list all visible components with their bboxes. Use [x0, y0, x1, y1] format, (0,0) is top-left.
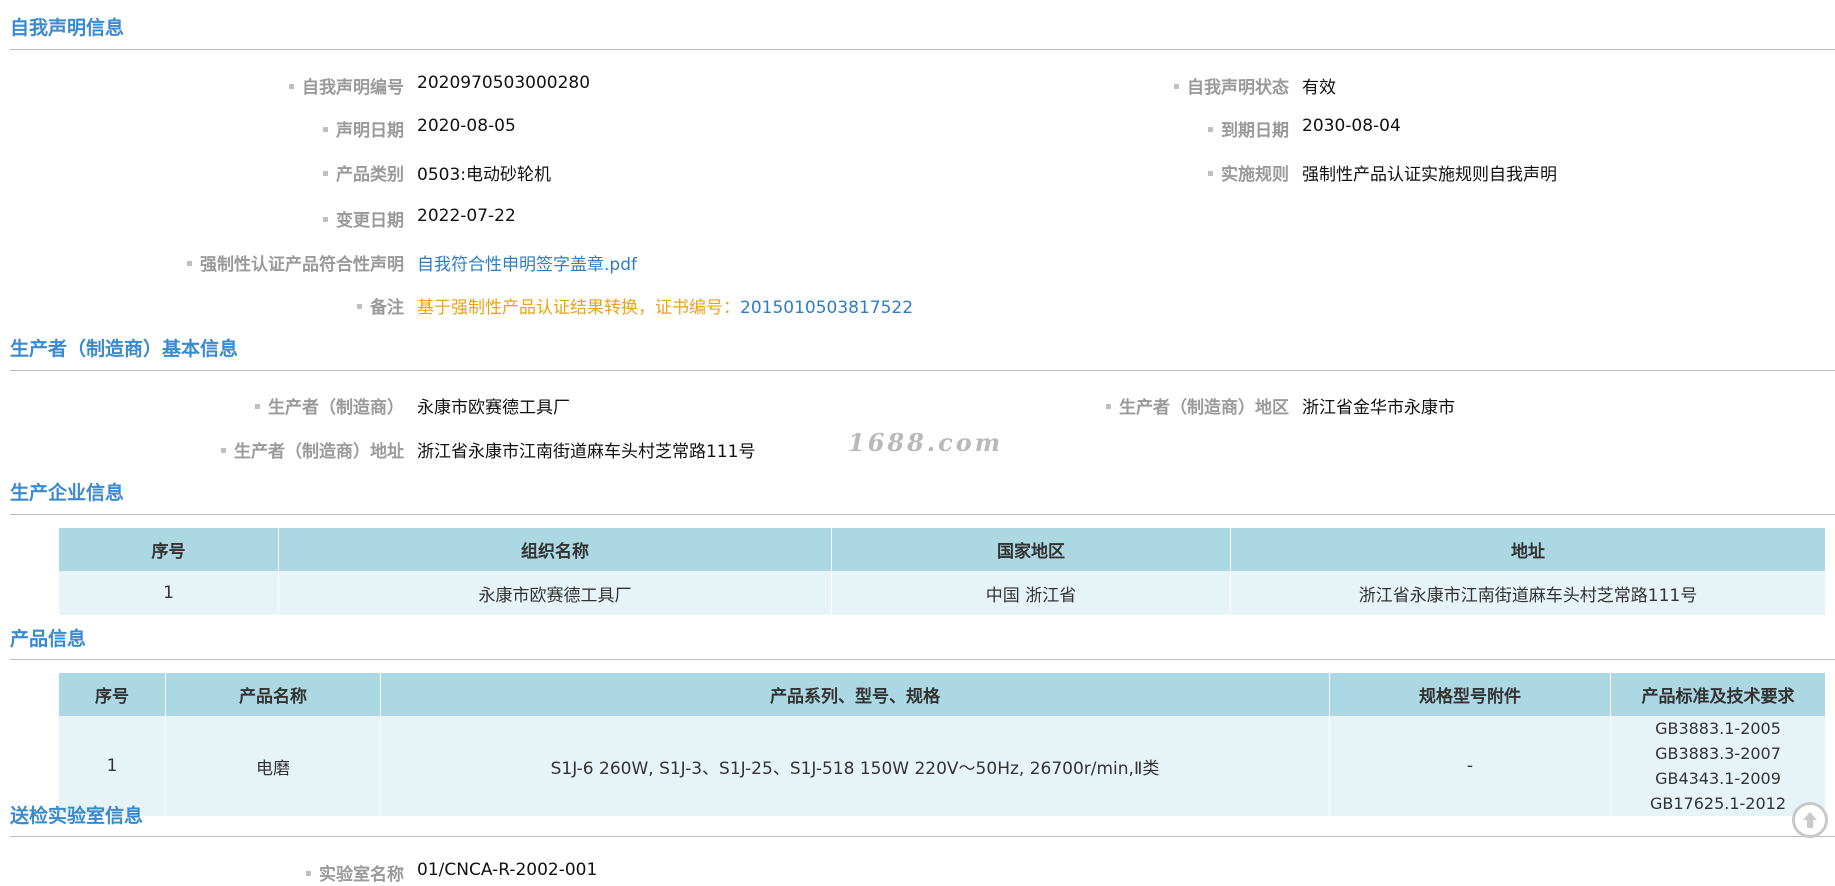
section-divider	[10, 514, 1835, 515]
table-cell: 中国 浙江省	[831, 571, 1231, 615]
label-manufacturer-name: 生产者（制造商）	[255, 393, 404, 418]
label-product-category: 产品类别	[323, 160, 404, 185]
label-implementation-rule: 实施规则	[1208, 160, 1289, 185]
table-cell: GB3883.1-2005 GB3883.3-2007 GB4343.1-200…	[1610, 716, 1826, 816]
change-date: 2022-07-22	[417, 206, 516, 226]
enterprise-table: 序号 组织名称 国家地区 地址 1 永康市欧赛德工具厂 中国 浙江省 浙江省永康…	[58, 528, 1826, 615]
lab-name: 01/CNCA-R-2002-001	[417, 860, 598, 880]
table-row: 1 电磨 S1J-6 260W, S1J-3、S1J-25、S1J-518 15…	[58, 716, 1826, 816]
column-header: 产品标准及技术要求	[1610, 673, 1826, 716]
label-lab-name: 实验室名称	[306, 860, 404, 885]
table-cell: 永康市欧赛德工具厂	[278, 571, 832, 615]
section-divider	[10, 659, 1835, 660]
label-declaration-status: 自我声明状态	[1174, 73, 1289, 98]
remark-cert-link[interactable]: 2015010503817522	[740, 298, 913, 318]
column-header: 地址	[1230, 528, 1826, 571]
label-expiry-date: 到期日期	[1208, 116, 1289, 141]
section-title-lab: 送检实验室信息	[10, 805, 144, 827]
product-table: 序号 产品名称 产品系列、型号、规格 规格型号附件 产品标准及技术要求 1 电磨…	[58, 673, 1826, 816]
column-header: 国家地区	[831, 528, 1231, 571]
label-manufacturer-address: 生产者（制造商）地址	[221, 437, 404, 462]
section-title-product: 产品信息	[10, 628, 87, 650]
label-change-date: 变更日期	[323, 206, 404, 231]
declaration-status: 有效	[1302, 78, 1336, 98]
declaration-date: 2020-08-05	[417, 116, 516, 136]
label-declaration-number: 自我声明编号	[289, 73, 404, 98]
manufacturer-region: 浙江省金华市永康市	[1302, 398, 1455, 418]
declaration-number: 2020970503000280	[417, 73, 591, 93]
table-cell: -	[1329, 716, 1611, 816]
section-title-enterprise: 生产企业信息	[10, 482, 125, 504]
section-divider	[10, 836, 1835, 837]
manufacturer-address: 浙江省永康市江南街道麻车头村芝常路111号	[417, 442, 756, 462]
watermark-logo: 1688.com	[848, 428, 1004, 457]
column-header: 序号	[58, 673, 166, 716]
column-header: 组织名称	[278, 528, 832, 571]
arrow-up-circle-icon	[1803, 812, 1817, 828]
label-conformity-declaration: 强制性认证产品符合性声明	[187, 250, 404, 275]
section-title-manufacturer: 生产者（制造商）基本信息	[10, 338, 239, 360]
table-cell: 电磨	[165, 716, 381, 816]
column-header: 产品名称	[165, 673, 381, 716]
expiry-date: 2030-08-04	[1302, 116, 1401, 136]
label-declaration-date: 声明日期	[323, 116, 404, 141]
scroll-to-top-button[interactable]	[1792, 802, 1828, 838]
product-category: 0503:电动砂轮机	[417, 165, 551, 185]
remark: 基于强制性产品认证结果转换，证书编号：2015010503817522	[417, 293, 913, 318]
section-title-declaration: 自我声明信息	[10, 17, 125, 39]
table-row: 1 永康市欧赛德工具厂 中国 浙江省 浙江省永康市江南街道麻车头村芝常路111号	[58, 571, 1826, 615]
section-divider	[10, 370, 1835, 371]
table-cell: S1J-6 260W, S1J-3、S1J-25、S1J-518 150W 22…	[380, 716, 1330, 816]
remark-text: 基于强制性产品认证结果转换，证书编号：	[417, 298, 740, 318]
conformity-pdf-link[interactable]: 自我符合性申明签字盖章.pdf	[417, 250, 637, 275]
manufacturer-name: 永康市欧赛德工具厂	[417, 398, 570, 418]
column-header: 产品系列、型号、规格	[380, 673, 1330, 716]
label-manufacturer-region: 生产者（制造商）地区	[1106, 393, 1289, 418]
label-remark: 备注	[357, 293, 404, 318]
implementation-rule: 强制性产品认证实施规则自我声明	[1302, 165, 1557, 185]
column-header: 规格型号附件	[1329, 673, 1611, 716]
column-header: 序号	[58, 528, 279, 571]
table-cell: 浙江省永康市江南街道麻车头村芝常路111号	[1230, 571, 1826, 615]
table-cell: 1	[58, 571, 279, 615]
section-divider	[10, 49, 1835, 50]
